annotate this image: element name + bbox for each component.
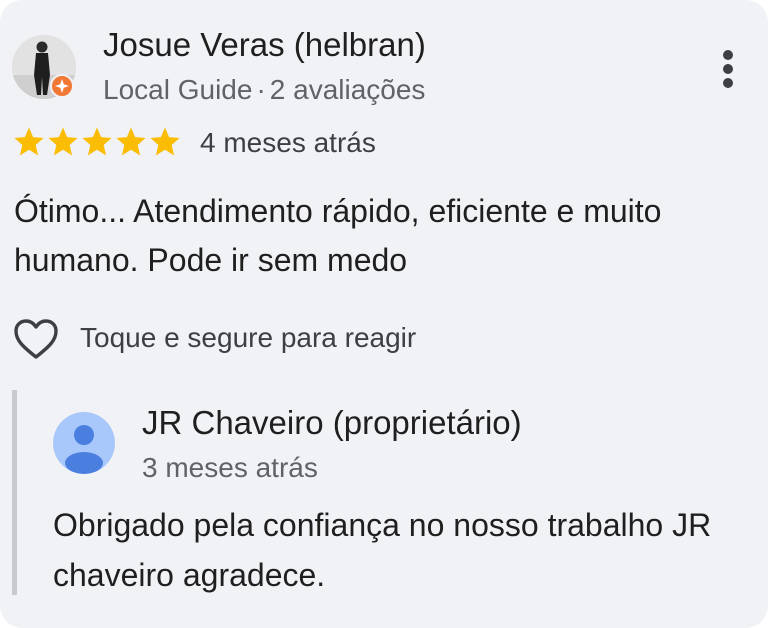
review-text: Ótimo... Atendimento rápido, eficiente e… — [14, 193, 662, 278]
local-guide-badge-icon — [50, 74, 74, 98]
react-hint[interactable]: Toque e segure para reagir — [80, 322, 416, 354]
reviewer-level: Local Guide — [103, 74, 253, 105]
star-icon — [150, 127, 180, 156]
meta-separator: · — [256, 74, 266, 105]
reply-divider — [12, 390, 17, 595]
more-vert-icon[interactable] — [714, 48, 744, 92]
star-icon — [82, 127, 112, 156]
reviewer-meta: Local Guide · 2 avaliações — [103, 74, 425, 106]
star-rating — [12, 125, 182, 161]
owner-avatar — [53, 412, 115, 474]
owner-reply-text: Obrigado pela confiança no nosso trabalh… — [53, 507, 712, 593]
owner-reply-date: 3 meses atrás — [142, 452, 318, 483]
star-icon — [14, 127, 44, 156]
review-card: Josue Veras (helbran) Local Guide · 2 aval… — [0, 0, 768, 628]
reviewer-name[interactable]: Josue Veras (helbran) — [103, 26, 426, 64]
star-icon — [48, 127, 78, 156]
star-icon — [116, 127, 146, 156]
reviewer-review-count: 2 avaliações — [269, 74, 426, 105]
heart-outline-icon[interactable] — [12, 316, 60, 362]
review-date: 4 meses atrás — [200, 127, 376, 158]
owner-reply-name: JR Chaveiro (proprietário) — [142, 404, 522, 441]
